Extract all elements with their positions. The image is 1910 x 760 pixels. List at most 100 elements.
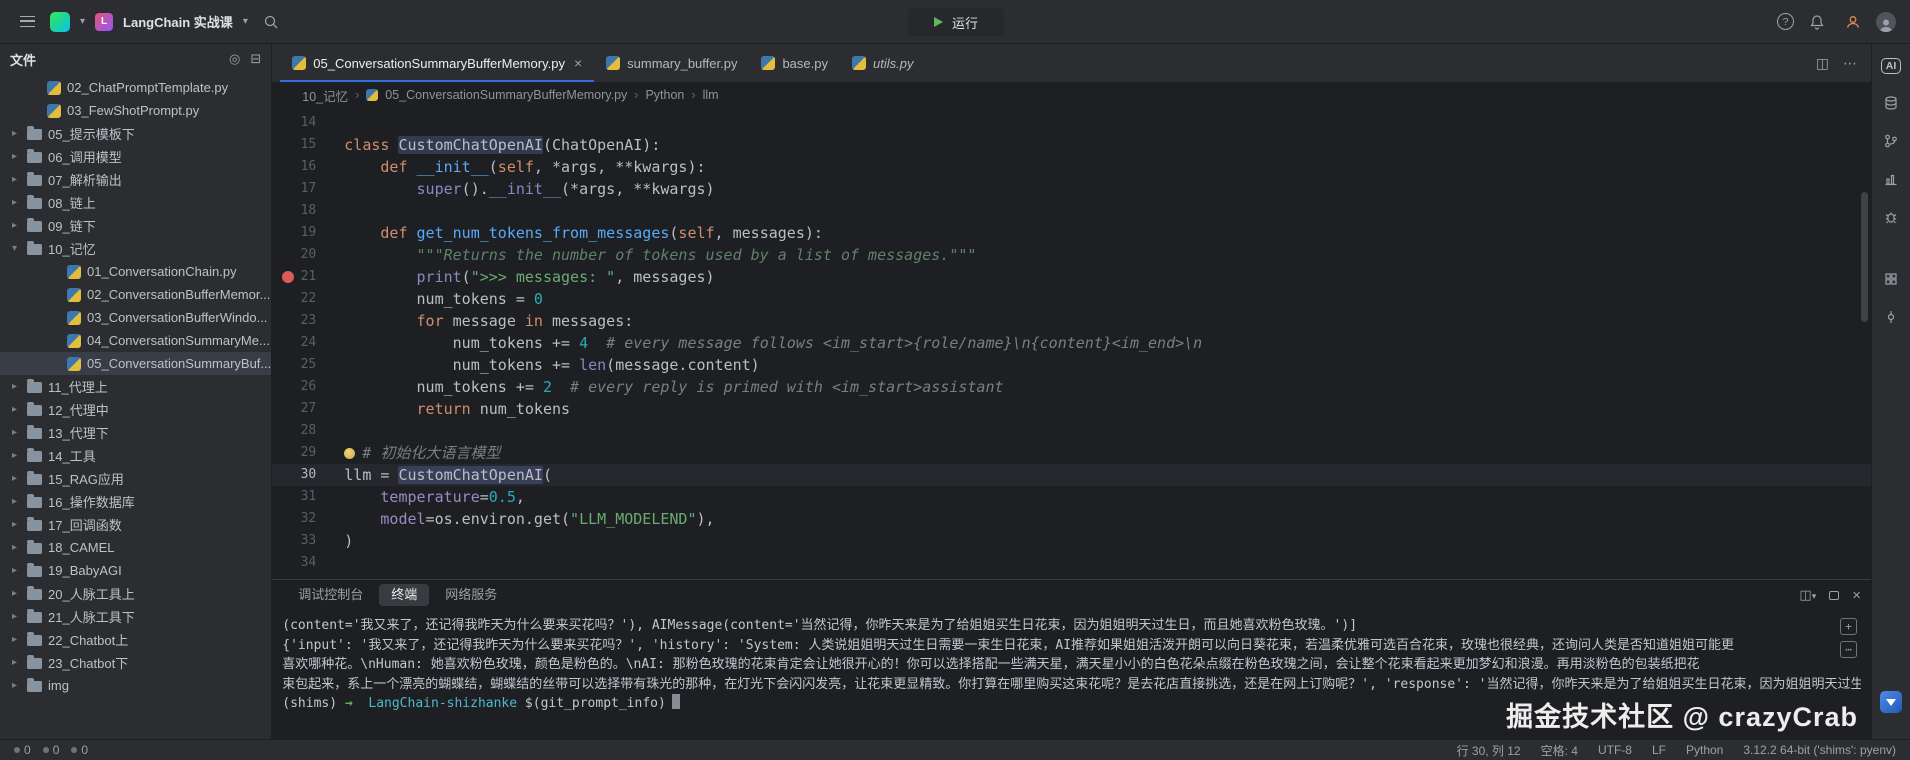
tree-folder-item[interactable]: ▸16_操作数据库 bbox=[0, 490, 271, 513]
tree-folder-item[interactable]: ▸11_代理上 bbox=[0, 375, 271, 398]
tree-folder-item[interactable]: ▸23_Chatbot下 bbox=[0, 651, 271, 674]
tree-folder-item[interactable]: ▸20_人脉工具上 bbox=[0, 582, 271, 605]
chevron-right-icon[interactable]: ▸ bbox=[8, 588, 21, 599]
terminal-new-session-icon[interactable]: + bbox=[1840, 618, 1857, 635]
status-segment[interactable]: 空格: 4 bbox=[1541, 742, 1578, 759]
ai-assistant-icon[interactable]: AI bbox=[1881, 58, 1902, 74]
gutter[interactable]: 19 bbox=[272, 222, 332, 244]
gutter[interactable]: 15 bbox=[272, 134, 332, 156]
status-segment[interactable]: Python bbox=[1686, 743, 1723, 757]
tree-folder-item[interactable]: ▸09_链下 bbox=[0, 214, 271, 237]
gutter[interactable]: 27 bbox=[272, 398, 332, 420]
status-segment[interactable]: 3.12.2 64-bit ('shims': pyenv) bbox=[1743, 743, 1896, 757]
chevron-down-icon[interactable]: ▾ bbox=[80, 16, 85, 27]
status-segment[interactable]: 行 30, 列 12 bbox=[1457, 742, 1521, 759]
gutter[interactable]: 24 bbox=[272, 332, 332, 354]
chevron-right-icon[interactable]: ▸ bbox=[8, 657, 21, 668]
database-icon[interactable] bbox=[1882, 94, 1900, 112]
code-line[interactable]: 23 for message in messages: bbox=[272, 310, 1871, 332]
gutter[interactable]: 21 bbox=[272, 266, 332, 288]
chevron-right-icon[interactable]: ▸ bbox=[8, 611, 21, 622]
gutter[interactable]: 22 bbox=[272, 288, 332, 310]
code-line[interactable]: 34 bbox=[272, 552, 1871, 574]
terminal-tab[interactable]: 调试控制台 bbox=[286, 584, 375, 606]
chevron-right-icon[interactable]: ▸ bbox=[8, 151, 21, 162]
code-line[interactable]: 30llm = CustomChatOpenAI( bbox=[272, 464, 1871, 486]
code-line[interactable]: 26 num_tokens += 2 # every reply is prim… bbox=[272, 376, 1871, 398]
code-line[interactable]: 31 temperature=0.5, bbox=[272, 486, 1871, 508]
code-line[interactable]: 17 super().__init__(*args, **kwargs) bbox=[272, 178, 1871, 200]
tree-folder-item[interactable]: ▸15_RAG应用 bbox=[0, 467, 271, 490]
chevron-right-icon[interactable]: ▸ bbox=[8, 542, 21, 553]
chevron-right-icon[interactable]: ▸ bbox=[8, 174, 21, 185]
tree-file-item[interactable]: 04_ConversationSummaryMe... bbox=[0, 329, 271, 352]
user-icon[interactable] bbox=[1840, 9, 1866, 35]
code-line[interactable]: 32 model=os.environ.get("LLM_MODELEND"), bbox=[272, 508, 1871, 530]
bottom-tool-icon[interactable] bbox=[1880, 691, 1902, 713]
main-menu-icon[interactable] bbox=[14, 9, 40, 35]
maximize-panel-icon[interactable] bbox=[1829, 591, 1839, 600]
tree-folder-item[interactable]: ▸07_解析输出 bbox=[0, 168, 271, 191]
gutter[interactable]: 32 bbox=[272, 508, 332, 530]
tree-folder-item[interactable]: ▸21_人脉工具下 bbox=[0, 605, 271, 628]
status-indicator[interactable]: 0 bbox=[43, 743, 60, 757]
gutter[interactable]: 20 bbox=[272, 244, 332, 266]
tree-file-item[interactable]: 02_ChatPromptTemplate.py bbox=[0, 76, 271, 99]
code-line[interactable]: 29# 初始化大语言模型 bbox=[272, 442, 1871, 464]
code-line[interactable]: 22 num_tokens = 0 bbox=[272, 288, 1871, 310]
breakpoint-icon[interactable] bbox=[282, 271, 294, 283]
gutter[interactable]: 14 bbox=[272, 112, 332, 134]
gutter[interactable]: 29 bbox=[272, 442, 332, 464]
split-editor-icon[interactable]: ◫ bbox=[1816, 55, 1829, 72]
code-line[interactable]: 25 num_tokens += len(message.content) bbox=[272, 354, 1871, 376]
code-line[interactable]: 27 return num_tokens bbox=[272, 398, 1871, 420]
tree-folder-item[interactable]: ▾10_记忆 bbox=[0, 237, 271, 260]
code-line[interactable]: 15class CustomChatOpenAI(ChatOpenAI): bbox=[272, 134, 1871, 156]
tree-folder-item[interactable]: ▸18_CAMEL bbox=[0, 536, 271, 559]
code-editor[interactable]: 1415class CustomChatOpenAI(ChatOpenAI):1… bbox=[272, 108, 1871, 579]
code-line[interactable]: 28 bbox=[272, 420, 1871, 442]
chevron-right-icon[interactable]: ▸ bbox=[8, 496, 21, 507]
collapse-all-icon[interactable]: ⊟ bbox=[250, 51, 261, 67]
status-indicator[interactable]: 0 bbox=[14, 743, 31, 757]
code-line[interactable]: 20 """Returns the number of tokens used … bbox=[272, 244, 1871, 266]
code-line[interactable]: 33) bbox=[272, 530, 1871, 552]
code-line[interactable]: 19 def get_num_tokens_from_messages(self… bbox=[272, 222, 1871, 244]
chevron-right-icon[interactable]: ▸ bbox=[8, 381, 21, 392]
tree-file-item[interactable]: 03_ConversationBufferWindo... bbox=[0, 306, 271, 329]
editor-tab[interactable]: base.py bbox=[749, 44, 840, 82]
tree-folder-item[interactable]: ▸22_Chatbot上 bbox=[0, 628, 271, 651]
tree-file-item[interactable]: 01_ConversationChain.py bbox=[0, 260, 271, 283]
code-line[interactable]: 18 bbox=[272, 200, 1871, 222]
tree-file-item[interactable]: 03_FewShotPrompt.py bbox=[0, 99, 271, 122]
chevron-right-icon[interactable]: ▸ bbox=[8, 404, 21, 415]
gutter[interactable]: 30 bbox=[272, 464, 332, 486]
chevron-right-icon[interactable]: ▸ bbox=[8, 220, 21, 231]
tree-file-item[interactable]: 05_ConversationSummaryBuf... bbox=[0, 352, 271, 375]
tree-folder-item[interactable]: ▸img bbox=[0, 674, 271, 697]
gutter[interactable]: 31 bbox=[272, 486, 332, 508]
close-panel-icon[interactable]: × bbox=[1852, 587, 1861, 604]
pull-requests-icon[interactable] bbox=[1882, 132, 1900, 150]
chevron-right-icon[interactable]: ▸ bbox=[8, 473, 21, 484]
project-badge[interactable]: L bbox=[95, 13, 113, 31]
terminal-tab[interactable]: 终端 bbox=[379, 584, 429, 606]
terminal-options-icon[interactable]: ⋯ bbox=[1840, 641, 1857, 658]
tree-folder-item[interactable]: ▸05_提示模板下 bbox=[0, 122, 271, 145]
chevron-right-icon[interactable]: ▸ bbox=[8, 634, 21, 645]
gutter[interactable]: 23 bbox=[272, 310, 332, 332]
chevron-right-icon[interactable]: ▸ bbox=[8, 197, 21, 208]
help-icon[interactable]: ? bbox=[1777, 13, 1794, 30]
notifications-icon[interactable] bbox=[1804, 9, 1830, 35]
gutter[interactable]: 33 bbox=[272, 530, 332, 552]
problems-icon[interactable] bbox=[1882, 208, 1900, 226]
tree-folder-item[interactable]: ▸13_代理下 bbox=[0, 421, 271, 444]
more-icon[interactable]: ⋯ bbox=[1843, 55, 1857, 72]
gutter[interactable]: 18 bbox=[272, 200, 332, 222]
editor-scrollbar[interactable] bbox=[1861, 192, 1868, 322]
breadcrumb-item[interactable]: llm bbox=[703, 88, 719, 102]
code-line[interactable]: 24 num_tokens += 4 # every message follo… bbox=[272, 332, 1871, 354]
chevron-right-icon[interactable]: ▸ bbox=[8, 519, 21, 530]
editor-tab[interactable]: summary_buffer.py bbox=[594, 44, 749, 82]
tree-folder-item[interactable]: ▸12_代理中 bbox=[0, 398, 271, 421]
